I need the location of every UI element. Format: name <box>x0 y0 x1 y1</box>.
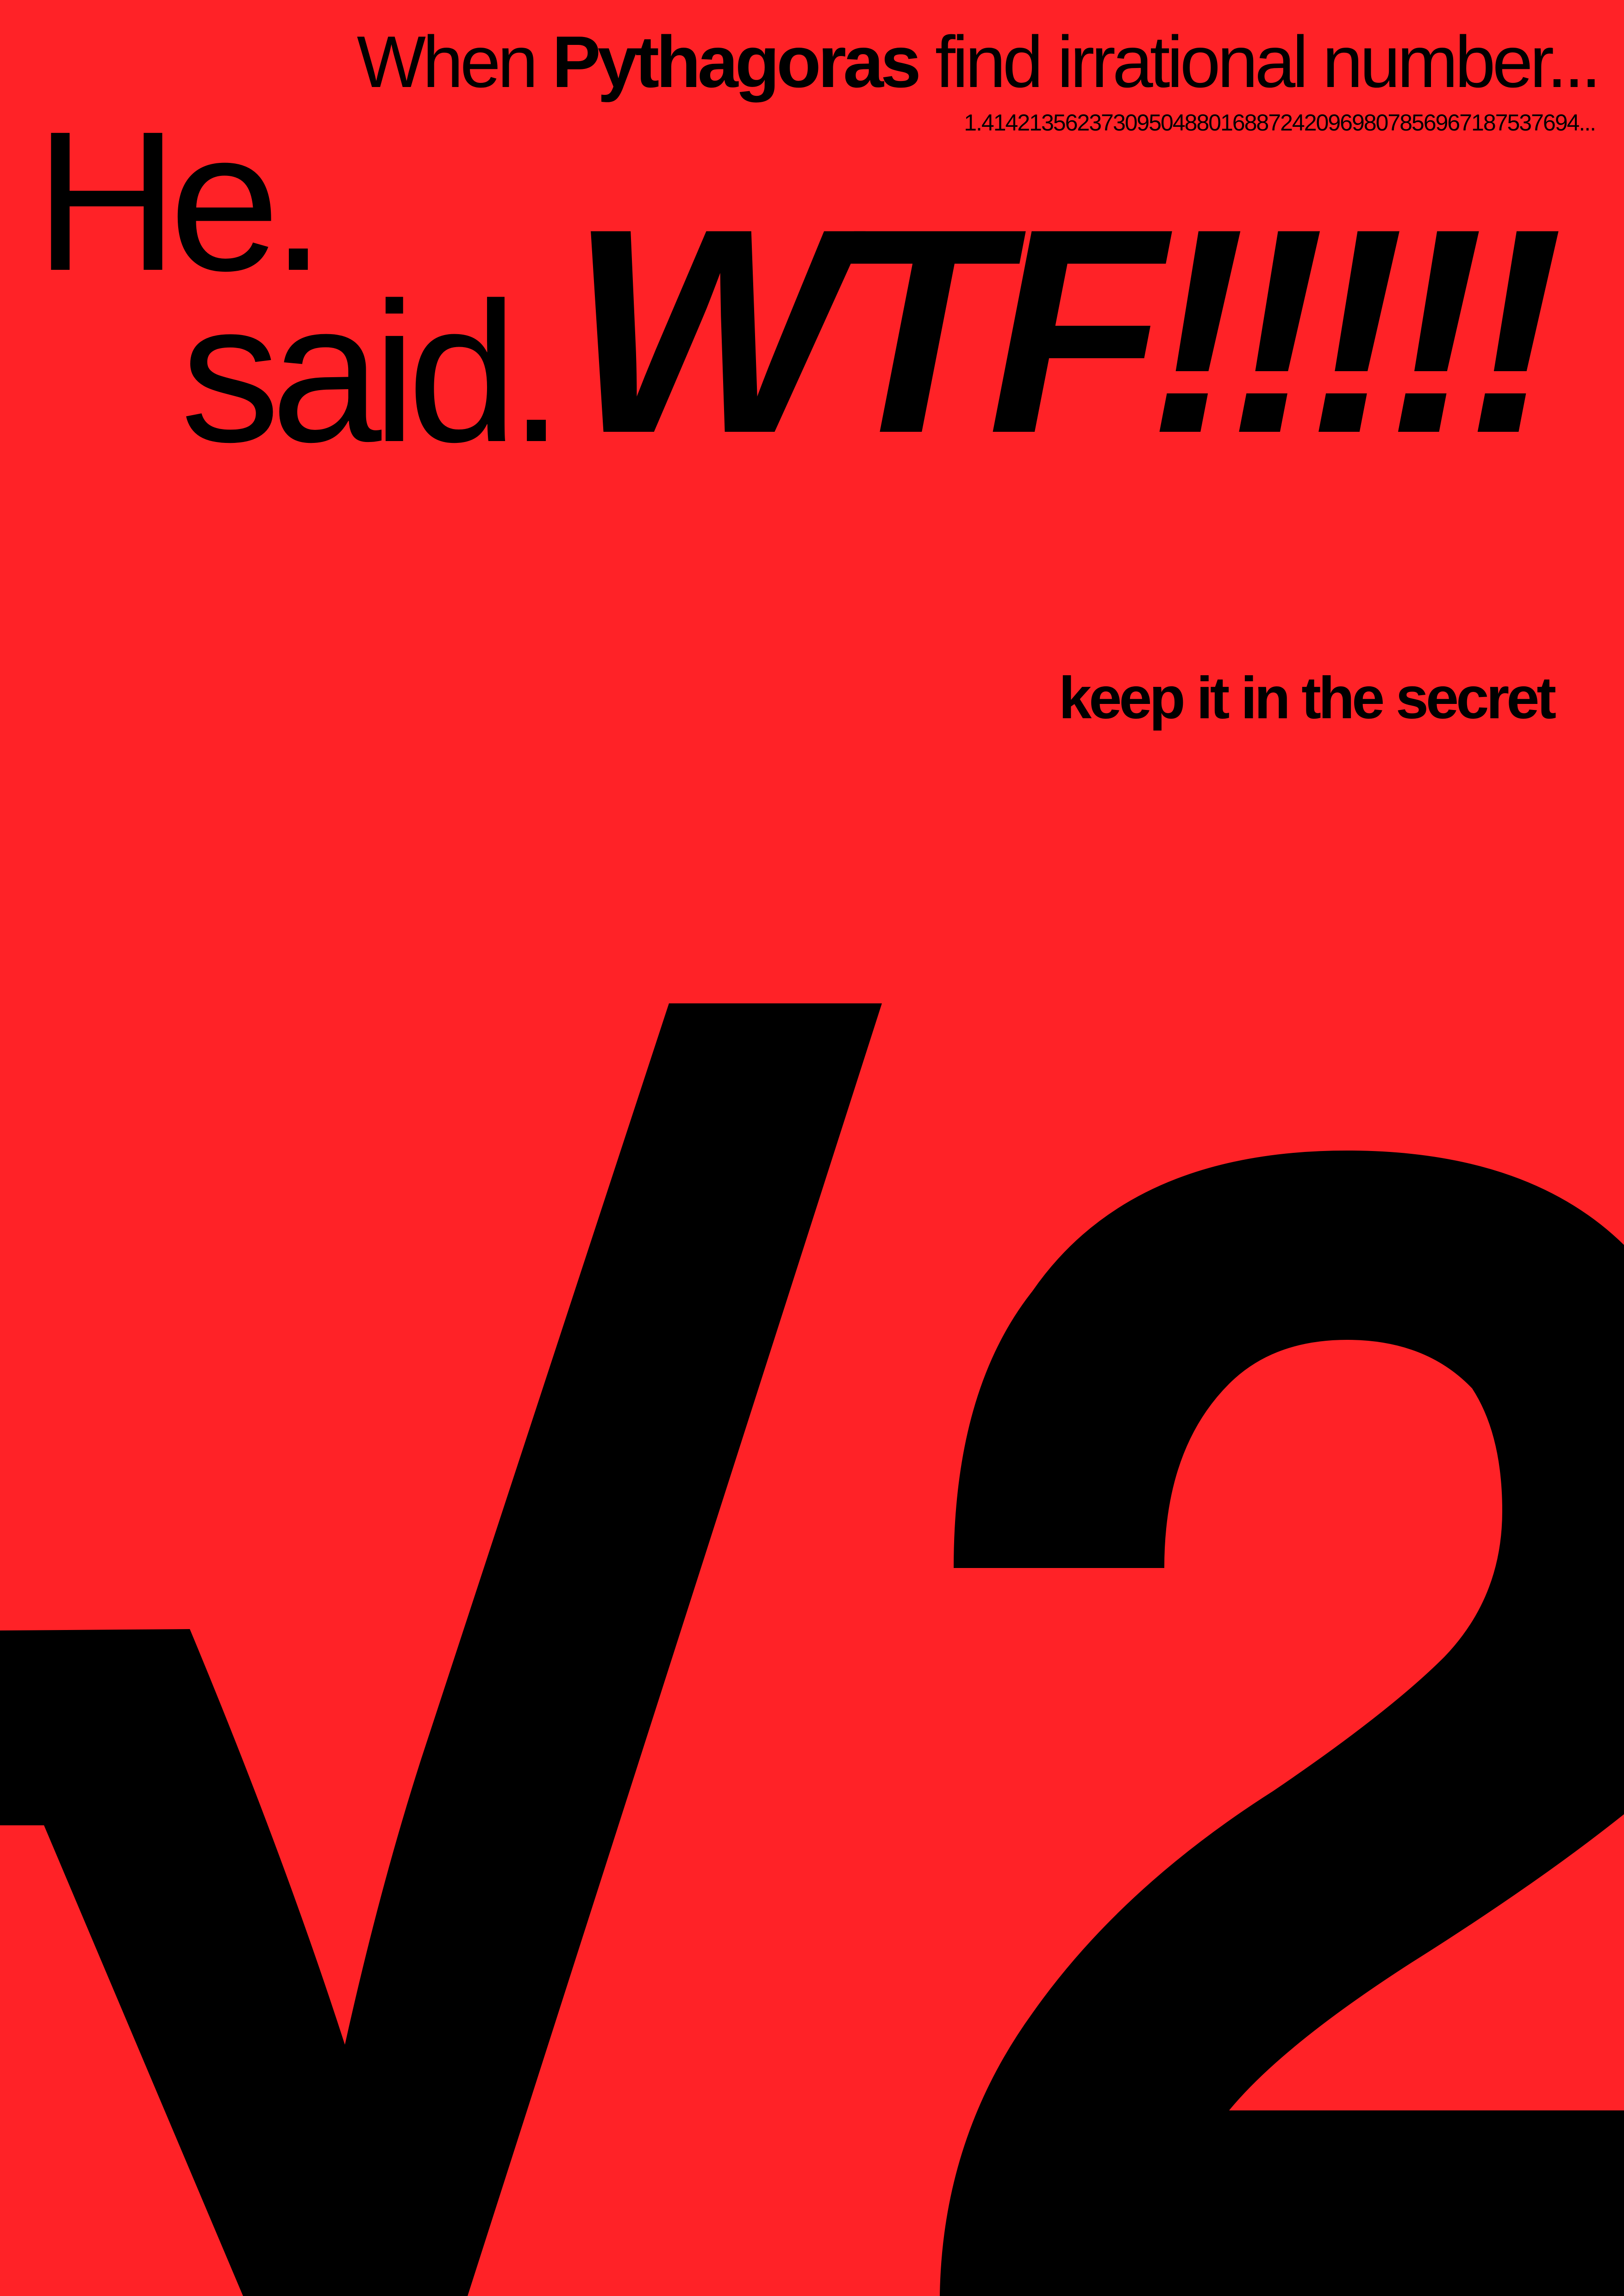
square-root-two-graphic <box>0 1003 1624 2296</box>
poster: When Pythagoras find irrational number..… <box>0 0 1624 2296</box>
digit-two <box>940 1151 1624 2296</box>
radical-sign <box>0 1003 882 2296</box>
